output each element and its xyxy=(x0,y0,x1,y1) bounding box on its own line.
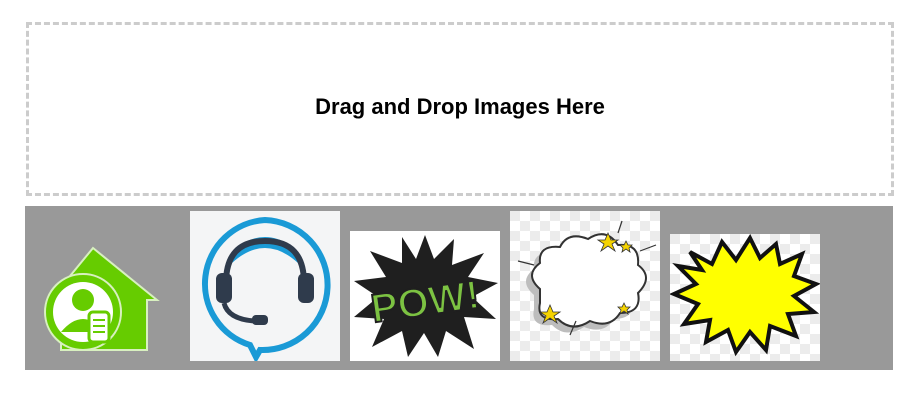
drop-zone-label: Drag and Drop Images Here xyxy=(315,94,605,119)
gallery-image-4[interactable] xyxy=(510,211,660,361)
gallery-image-2[interactable] xyxy=(190,211,340,361)
pow-comic-icon: POW! xyxy=(354,235,498,357)
gallery-image-1[interactable] xyxy=(35,240,167,360)
gallery-image-5[interactable] xyxy=(670,234,820,361)
headset-support-icon xyxy=(202,216,331,361)
home-user-icon xyxy=(44,246,160,351)
page: Drag and Drop Images Here POW! xyxy=(0,0,920,408)
image-gallery: POW! xyxy=(25,206,893,370)
yellow-starburst-icon xyxy=(670,234,820,361)
cloud-burst-comic-icon xyxy=(510,211,660,361)
gallery-image-3[interactable]: POW! xyxy=(350,231,500,361)
drop-zone[interactable]: Drag and Drop Images Here xyxy=(26,22,894,196)
